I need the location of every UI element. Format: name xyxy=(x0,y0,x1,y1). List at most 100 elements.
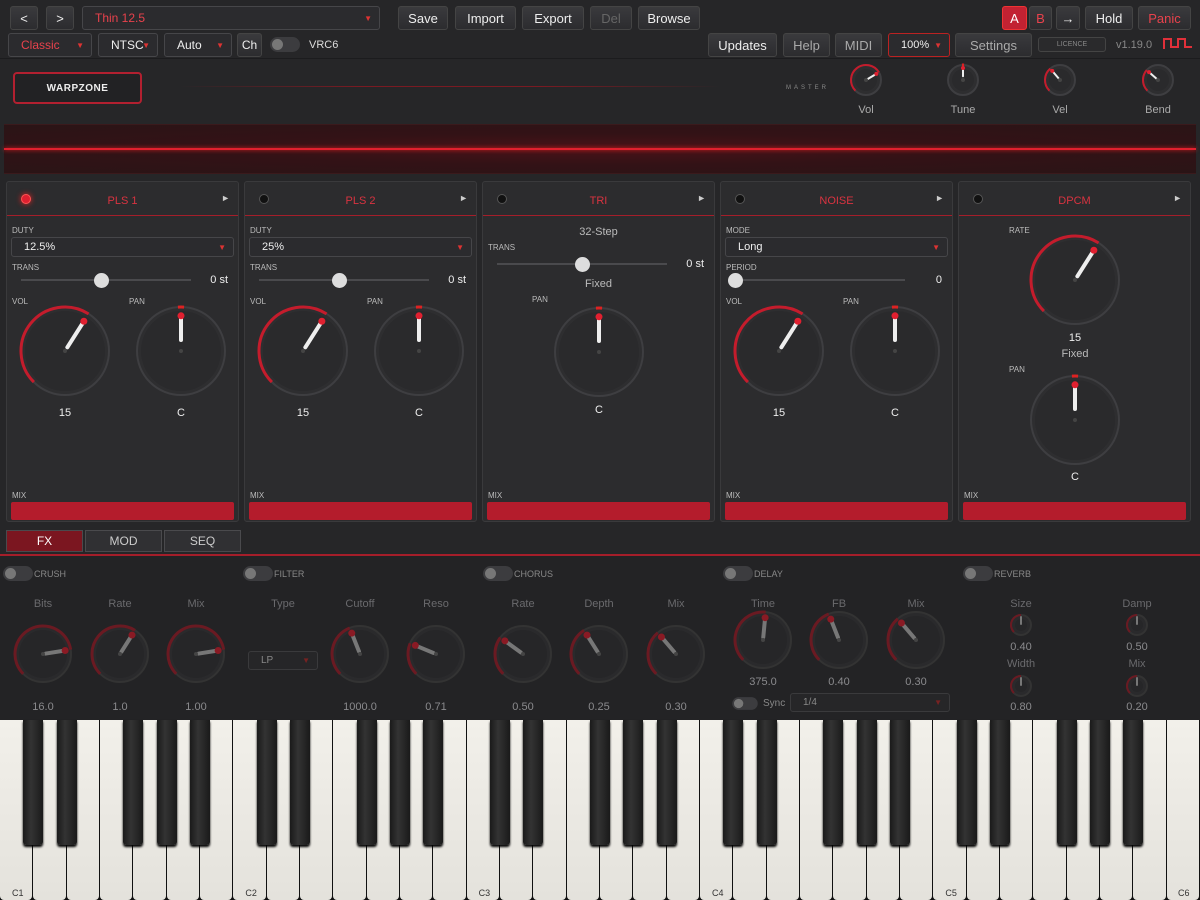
pan-knob[interactable] xyxy=(371,303,467,399)
black-key[interactable] xyxy=(190,720,210,845)
prev-preset-button[interactable]: < xyxy=(10,6,38,30)
master-tune-knob[interactable] xyxy=(944,61,982,99)
black-key[interactable] xyxy=(656,720,677,845)
help-button[interactable]: Help xyxy=(783,33,830,57)
mix-bar[interactable] xyxy=(487,502,710,520)
tab-mod[interactable]: MOD xyxy=(85,530,162,552)
black-key[interactable] xyxy=(523,720,544,845)
delay-division-dropdown[interactable]: 1/4 ▼ xyxy=(790,693,950,712)
period-slider-thumb[interactable] xyxy=(728,273,743,288)
reverb-toggle[interactable] xyxy=(963,566,993,581)
channel-button[interactable]: Ch xyxy=(237,33,262,57)
chorus-knob[interactable] xyxy=(567,622,631,686)
duty-dropdown[interactable]: 12.5% ▼ xyxy=(11,237,234,257)
filter-knob[interactable] xyxy=(328,622,392,686)
vol-knob[interactable] xyxy=(255,303,351,399)
mix-bar[interactable] xyxy=(249,502,472,520)
delay-knob[interactable] xyxy=(731,608,795,672)
black-key[interactable] xyxy=(423,720,444,845)
delete-button[interactable]: Del xyxy=(590,6,632,30)
duty-dropdown[interactable]: 25% ▼ xyxy=(249,237,472,257)
browse-button[interactable]: Browse xyxy=(638,6,700,30)
rate-knob[interactable] xyxy=(1027,232,1123,328)
delay-knob[interactable] xyxy=(807,608,871,672)
chevron-right-icon[interactable]: ► xyxy=(221,193,230,203)
vol-knob[interactable] xyxy=(17,303,113,399)
save-button[interactable]: Save xyxy=(398,6,448,30)
delay-sync-toggle[interactable] xyxy=(732,697,758,710)
black-key[interactable] xyxy=(1090,720,1110,845)
mix-bar[interactable] xyxy=(963,502,1186,520)
pan-knob[interactable] xyxy=(1027,372,1123,468)
crush-knob[interactable] xyxy=(164,622,228,686)
trans-slider-thumb[interactable] xyxy=(575,257,590,272)
delay-toggle[interactable] xyxy=(723,566,753,581)
reverb-knob[interactable] xyxy=(1007,611,1035,639)
ab-a-button[interactable]: A xyxy=(1002,6,1027,30)
pan-knob[interactable] xyxy=(551,304,647,400)
crush-knob[interactable] xyxy=(88,622,152,686)
settings-button[interactable]: Settings xyxy=(955,33,1032,57)
master-bend-knob[interactable] xyxy=(1139,61,1177,99)
vol-knob[interactable] xyxy=(731,303,827,399)
black-key[interactable] xyxy=(990,720,1010,845)
tv-standard-dropdown[interactable]: NTSC ▼ xyxy=(98,33,158,57)
filter-knob[interactable] xyxy=(404,622,468,686)
black-key[interactable] xyxy=(390,720,410,845)
trans-slider-thumb[interactable] xyxy=(331,273,347,288)
export-button[interactable]: Export xyxy=(522,6,584,30)
black-key[interactable] xyxy=(156,720,177,845)
chorus-knob[interactable] xyxy=(491,622,555,686)
tab-seq[interactable]: SEQ xyxy=(164,530,241,552)
panic-button[interactable]: Panic xyxy=(1138,6,1191,30)
reverb-knob[interactable] xyxy=(1123,672,1151,700)
black-key[interactable] xyxy=(623,720,644,845)
chevron-right-icon[interactable]: ► xyxy=(459,193,468,203)
black-key[interactable] xyxy=(1056,720,1077,845)
vrc6-toggle[interactable] xyxy=(270,37,300,52)
black-key[interactable] xyxy=(290,720,310,845)
next-preset-button[interactable]: > xyxy=(46,6,74,30)
crush-toggle[interactable] xyxy=(3,566,33,581)
black-key[interactable] xyxy=(823,720,844,845)
black-key[interactable] xyxy=(890,720,910,845)
updates-button[interactable]: Updates xyxy=(708,33,777,57)
crush-knob[interactable] xyxy=(11,622,75,686)
reverb-knob[interactable] xyxy=(1123,611,1151,639)
black-key[interactable] xyxy=(856,720,877,845)
chevron-right-icon[interactable]: ► xyxy=(935,193,944,203)
master-vel-knob[interactable] xyxy=(1041,61,1079,99)
black-key[interactable] xyxy=(1123,720,1144,845)
white-key[interactable] xyxy=(1166,720,1199,900)
piano-keyboard[interactable]: C1 C2 C3 C4 C5 C6 xyxy=(0,720,1200,900)
black-key[interactable] xyxy=(956,720,977,845)
chevron-right-icon[interactable]: ► xyxy=(1173,193,1182,203)
filter-toggle[interactable] xyxy=(243,566,273,581)
master-vol-knob[interactable] xyxy=(847,61,885,99)
pan-knob[interactable] xyxy=(847,303,943,399)
reverb-knob[interactable] xyxy=(1007,672,1035,700)
chevron-right-icon[interactable]: ► xyxy=(697,193,706,203)
hold-button[interactable]: Hold xyxy=(1085,6,1133,30)
black-key[interactable] xyxy=(590,720,610,845)
ab-b-button[interactable]: B xyxy=(1029,6,1052,30)
chorus-toggle[interactable] xyxy=(483,566,513,581)
auto-dropdown[interactable]: Auto ▼ xyxy=(164,33,232,57)
chorus-knob[interactable] xyxy=(644,622,708,686)
zoom-dropdown[interactable]: 100% ▼ xyxy=(888,33,950,57)
style-dropdown[interactable]: Classic ▼ xyxy=(8,33,92,57)
mix-bar[interactable] xyxy=(11,502,234,520)
mode-dropdown[interactable]: Long ▼ xyxy=(725,237,948,257)
black-key[interactable] xyxy=(723,720,744,845)
black-key[interactable] xyxy=(56,720,77,845)
black-key[interactable] xyxy=(356,720,377,845)
tab-fx[interactable]: FX xyxy=(6,530,83,552)
ab-copy-button[interactable]: → xyxy=(1056,6,1080,30)
delay-knob[interactable] xyxy=(884,608,948,672)
midi-button[interactable]: MIDI xyxy=(835,33,882,57)
black-key[interactable] xyxy=(256,720,277,845)
trans-slider-thumb[interactable] xyxy=(93,273,109,288)
black-key[interactable] xyxy=(756,720,777,845)
filter-type-dropdown[interactable]: LP ▼ xyxy=(248,651,318,670)
black-key[interactable] xyxy=(23,720,44,845)
